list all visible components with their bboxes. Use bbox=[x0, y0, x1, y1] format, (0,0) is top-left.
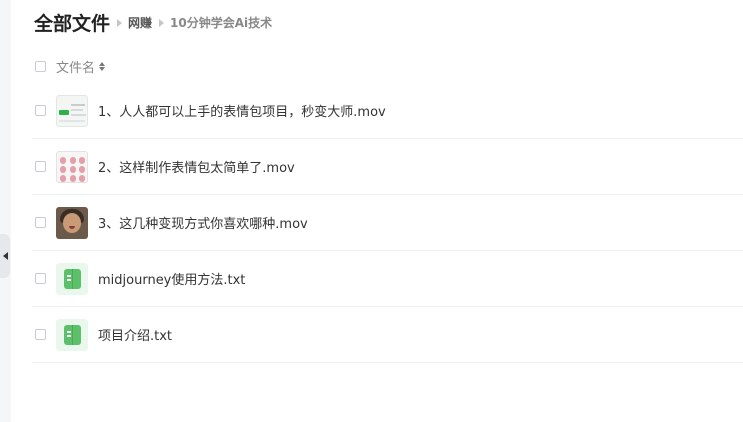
breadcrumb-item-current-folder[interactable]: 10分钟学会Ai技术 bbox=[170, 14, 272, 31]
file-name[interactable]: 3、这几种变现方式你喜欢哪种.mov bbox=[98, 213, 308, 232]
row-checkbox[interactable] bbox=[35, 161, 46, 172]
video-thumbnail bbox=[56, 206, 88, 239]
row-checkbox[interactable] bbox=[35, 329, 46, 340]
file-row[interactable]: midjourney使用方法.txt bbox=[32, 251, 743, 307]
txt-file-icon bbox=[56, 262, 88, 295]
chevron-left-icon bbox=[2, 252, 8, 260]
select-all-checkbox[interactable] bbox=[35, 61, 46, 72]
file-row[interactable]: 3、这几种变现方式你喜欢哪种.mov bbox=[32, 195, 743, 251]
breadcrumb: 全部文件 网赚 10分钟学会Ai技术 bbox=[34, 9, 272, 36]
breadcrumb-root-all-files[interactable]: 全部文件 bbox=[34, 9, 110, 36]
file-name[interactable]: midjourney使用方法.txt bbox=[98, 269, 245, 288]
sort-icon[interactable] bbox=[99, 62, 106, 71]
sidebar-collapse-button[interactable] bbox=[0, 234, 10, 278]
file-row[interactable]: 项目介绍.txt bbox=[32, 307, 743, 363]
breadcrumb-separator-icon bbox=[117, 18, 123, 27]
file-name[interactable]: 1、人人都可以上手的表情包项目，秒变大师.mov bbox=[98, 101, 386, 120]
file-list: 1、人人都可以上手的表情包项目，秒变大师.mov 2、这样制作表情包太简单了.m… bbox=[32, 83, 743, 363]
file-name[interactable]: 项目介绍.txt bbox=[98, 325, 172, 344]
txt-file-icon bbox=[56, 318, 88, 351]
file-browser: 全部文件 网赚 10分钟学会Ai技术 文件名 1、人人都可以上手的表情包项目，秒… bbox=[11, 0, 743, 422]
file-row[interactable]: 1、人人都可以上手的表情包项目，秒变大师.mov bbox=[32, 83, 743, 139]
row-checkbox[interactable] bbox=[35, 217, 46, 228]
list-header: 文件名 bbox=[35, 57, 106, 76]
video-thumbnail bbox=[56, 150, 88, 183]
column-header-filename[interactable]: 文件名 bbox=[56, 57, 95, 76]
row-checkbox[interactable] bbox=[35, 105, 46, 116]
row-checkbox[interactable] bbox=[35, 273, 46, 284]
file-name[interactable]: 2、这样制作表情包太简单了.mov bbox=[98, 157, 295, 176]
breadcrumb-separator-icon bbox=[159, 18, 165, 27]
breadcrumb-item-wangzhuan[interactable]: 网赚 bbox=[128, 14, 152, 31]
file-row[interactable]: 2、这样制作表情包太简单了.mov bbox=[32, 139, 743, 195]
video-thumbnail bbox=[56, 94, 88, 127]
left-sidebar-rail bbox=[0, 0, 11, 422]
